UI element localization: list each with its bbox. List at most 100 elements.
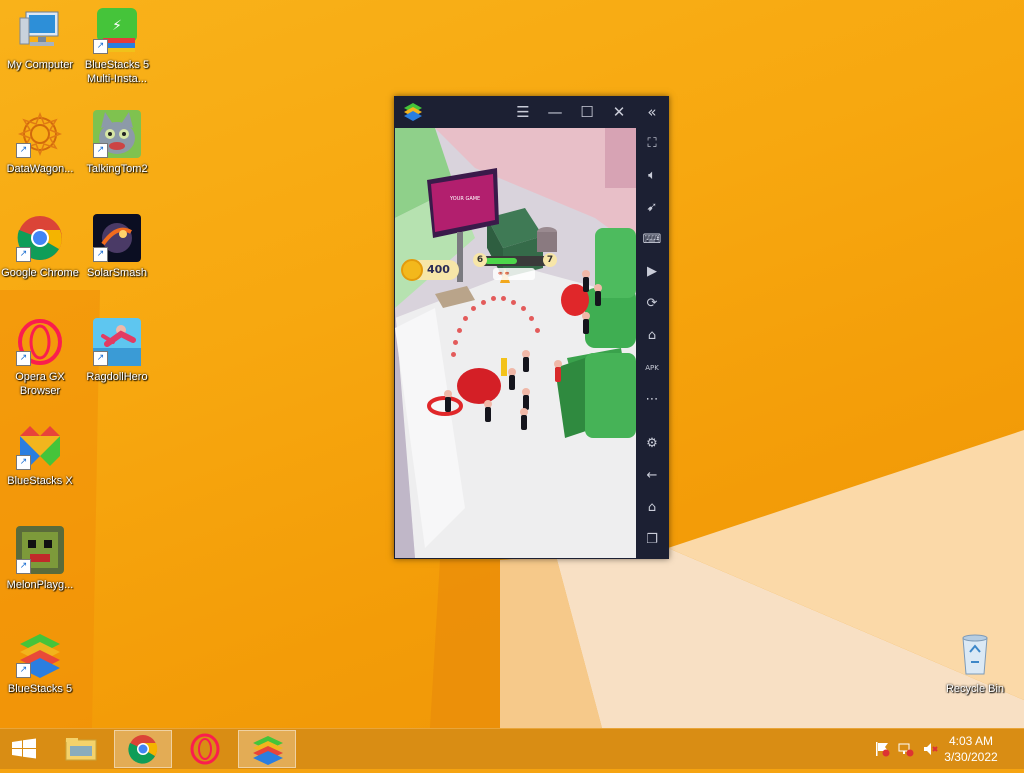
trajectory-dot <box>535 328 540 333</box>
windows-logo-icon <box>12 738 36 759</box>
coin-icon <box>401 259 423 281</box>
stage-icon: ⚭⚭ <box>497 269 511 278</box>
desktop-icon-label: BlueStacks X <box>7 475 73 487</box>
enemy-character <box>521 350 531 372</box>
desktop-icon-label: MelonPlayg... <box>6 579 74 591</box>
talking-tom-icon: ↗ <box>93 110 141 158</box>
trajectory-dot <box>491 296 496 301</box>
desktop-icon-label: RagdollHero <box>86 371 148 383</box>
svg-text:⚡: ⚡ <box>112 18 122 34</box>
chrome-icon: ↗ <box>16 214 64 262</box>
desktop-icon-label: Recycle Bin <box>945 683 1005 695</box>
desktop-icon-ragdoll-hero[interactable]: ↗ RagdollHero <box>77 318 157 384</box>
trajectory-dot <box>501 296 506 301</box>
clock-time: 4:03 AM <box>948 734 994 748</box>
taskbar-bluestacks[interactable] <box>238 730 296 768</box>
trajectory-dot <box>451 352 456 357</box>
game-scene: YOUR GAME <box>395 128 636 558</box>
keyboard-icon[interactable]: ⌨ <box>641 229 663 251</box>
desktop-icon-label: BlueStacks 5 <box>7 683 73 695</box>
back-icon[interactable]: ← <box>641 465 663 487</box>
coin-count: 400 <box>427 263 450 276</box>
desktop-icon-bluestacks-multi-instance[interactable]: ⚡ ↗ BlueStacks 5 Multi-Insta... <box>77 6 157 86</box>
ragdoll-hero-icon: ↗ <box>93 318 141 366</box>
taskbar-opera-gx[interactable] <box>176 730 234 768</box>
svg-text:YOUR GAME: YOUR GAME <box>449 196 480 202</box>
bluestacks-x-icon: ↗ <box>16 422 64 470</box>
desktop-icon-recycle-bin[interactable]: Recycle Bin <box>935 630 1015 696</box>
computer-icon <box>16 6 64 54</box>
enemy-character <box>483 400 493 422</box>
bluestacks-multi-instance-icon: ⚡ ↗ <box>93 6 141 54</box>
desktop-icon-label: BlueStacks 5 Multi-Insta... <box>84 59 150 85</box>
desktop-icon-label: TalkingTom2 <box>86 163 148 175</box>
enemy-character <box>521 388 531 410</box>
solar-smash-icon: ↗ <box>93 214 141 262</box>
trajectory-dot <box>529 316 534 321</box>
enemy-character <box>581 270 591 292</box>
menu-icon[interactable]: ☰ <box>512 101 534 123</box>
desktop-icon-talking-tom[interactable]: ↗ TalkingTom2 <box>77 110 157 176</box>
desktop-icon-solar-smash[interactable]: ↗ SolarSmash <box>77 214 157 280</box>
action-center-flag-icon[interactable] <box>874 741 890 757</box>
level-current: 6 <box>473 253 487 267</box>
taskbar-google-chrome[interactable] <box>114 730 172 768</box>
bluestacks-window[interactable]: ☰ — ☐ ✕ « YOUR GAME 400 6 7 ⚭⚭ ⛶ 🔈︎ ➹ ⌨ … <box>394 96 669 559</box>
opera-gx-icon <box>190 733 220 765</box>
bluestacks-icon: ↗ <box>16 630 64 678</box>
taskbar-file-explorer[interactable] <box>52 730 110 768</box>
desktop-icon-my-computer[interactable]: My Computer <box>0 6 80 72</box>
trajectory-dot <box>511 300 516 305</box>
stage-indicator: ⚭⚭ <box>493 268 535 280</box>
settings-icon[interactable]: ⚙ <box>641 433 663 455</box>
fullscreen-icon[interactable]: ⛶ <box>641 133 663 155</box>
melon-playground-icon: ↗ <box>16 526 64 574</box>
trajectory-dot <box>453 340 458 345</box>
folder-icon <box>65 738 97 761</box>
volume-icon[interactable]: 🔈︎ <box>641 165 663 187</box>
bluestacks-sidebar: ⛶ 🔈︎ ➹ ⌨ ▶ ⟳ ⌂ APK ⋯ ⚙ ← ⌂ ❐ <box>636 128 669 559</box>
maximize-icon[interactable]: ☐ <box>576 101 598 123</box>
android-game-screen[interactable]: YOUR GAME 400 6 7 ⚭⚭ <box>395 128 636 558</box>
collapse-sidebar-icon[interactable]: « <box>641 101 663 123</box>
trajectory-dot <box>463 316 468 321</box>
desktop: My Computer ⚡ ↗ BlueStacks 5 Multi-Insta… <box>0 0 1024 728</box>
macro-icon[interactable]: ▶ <box>641 261 663 283</box>
bluestacks-logo-icon <box>402 101 424 123</box>
enemy-character <box>581 312 591 334</box>
desktop-icon-datawagon[interactable]: ↗ DataWagon... <box>0 110 80 176</box>
bluestacks-titlebar[interactable]: ☰ — ☐ ✕ « <box>394 96 669 128</box>
enemy-character <box>507 368 517 390</box>
clock-date: 3/30/2022 <box>944 750 998 764</box>
trajectory-dot <box>521 306 526 311</box>
desktop-icon-opera-gx[interactable]: ↗ Opera GX Browser <box>0 318 80 398</box>
recent-apps-icon[interactable]: ❐ <box>641 529 663 551</box>
trajectory-dot <box>481 300 486 305</box>
more-icon[interactable]: ⋯ <box>641 389 663 411</box>
opera-gx-icon: ↗ <box>16 318 64 366</box>
player-character <box>553 360 563 382</box>
enemy-character <box>593 284 603 306</box>
taskbar: 4:03 AM 3/30/2022 <box>0 728 1024 769</box>
home-icon[interactable]: ⌂ <box>641 497 663 519</box>
pointer-icon[interactable]: ➹ <box>641 197 663 219</box>
apk-icon[interactable]: APK <box>641 357 663 379</box>
rotate-icon[interactable]: ⟳ <box>641 293 663 315</box>
close-icon[interactable]: ✕ <box>608 101 630 123</box>
recycle-bin-icon <box>951 630 999 678</box>
level-next: 7 <box>543 253 557 267</box>
chrome-icon <box>128 735 158 764</box>
trajectory-dot <box>457 328 462 333</box>
start-button[interactable] <box>0 730 48 768</box>
network-icon[interactable] <box>898 741 914 757</box>
minimize-icon[interactable]: — <box>544 101 566 123</box>
desktop-icon-label: Opera GX Browser <box>15 371 65 397</box>
desktop-icon-label: DataWagon... <box>6 163 74 175</box>
build-icon[interactable]: ⌂ <box>641 325 663 347</box>
taskbar-clock[interactable]: 4:03 AM 3/30/2022 <box>936 733 1006 765</box>
desktop-icon-bluestacks-x[interactable]: ↗ BlueStacks X <box>0 422 80 488</box>
desktop-icon-bluestacks[interactable]: ↗ BlueStacks 5 <box>0 630 80 696</box>
level-progress-fill <box>485 258 517 264</box>
desktop-icon-google-chrome[interactable]: ↗ Google Chrome <box>0 214 80 280</box>
desktop-icon-melon-playground[interactable]: ↗ MelonPlayg... <box>0 526 80 592</box>
